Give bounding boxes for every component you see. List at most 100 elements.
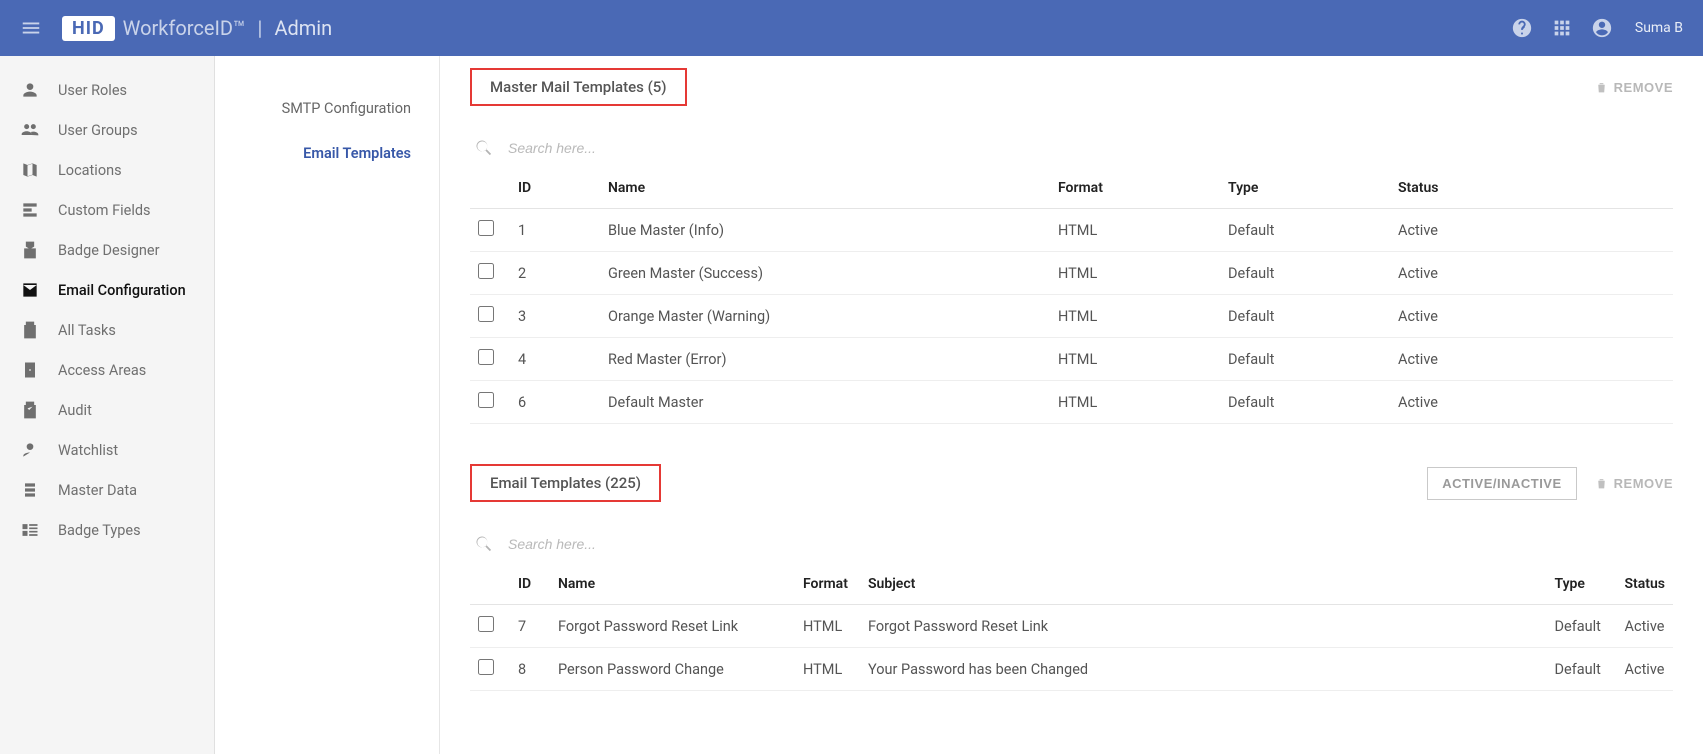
cell-type: Default — [1220, 209, 1390, 252]
nav-label: Email Configuration — [58, 282, 186, 299]
subnav-item-email-templates[interactable]: Email Templates — [215, 131, 439, 176]
sidebar-item-custom-fields[interactable]: Custom Fields — [0, 190, 214, 230]
row-checkbox[interactable] — [478, 392, 494, 408]
master-templates-title: Master Mail Templates (5) — [470, 68, 687, 106]
table-row[interactable]: 6Default MasterHTMLDefaultActive — [470, 381, 1673, 424]
nav-label: User Groups — [58, 122, 138, 139]
col-format: Format — [795, 564, 860, 605]
row-checkbox[interactable] — [478, 263, 494, 279]
nav-label: Master Data — [58, 482, 137, 499]
user-avatar-icon[interactable] — [1591, 17, 1613, 39]
col-id: ID — [510, 564, 550, 605]
cell-status: Active — [1617, 605, 1673, 648]
cell-type: Default — [1547, 648, 1617, 691]
cell-id: 2 — [510, 252, 600, 295]
master-templates-table: ID Name Format Type Status 1Blue Master … — [470, 168, 1673, 424]
username[interactable]: Suma B — [1635, 20, 1683, 36]
apps-icon[interactable] — [1551, 17, 1573, 39]
cell-format: HTML — [1050, 338, 1220, 381]
watch-icon — [20, 440, 40, 460]
sidebar-item-locations[interactable]: Locations — [0, 150, 214, 190]
search-icon — [474, 138, 494, 158]
col-subject: Subject — [860, 564, 1547, 605]
table-row[interactable]: 1Blue Master (Info)HTMLDefaultActive — [470, 209, 1673, 252]
row-checkbox[interactable] — [478, 220, 494, 236]
remove-master-button[interactable]: REMOVE — [1595, 80, 1673, 95]
active-inactive-button[interactable]: ACTIVE/INACTIVE — [1427, 467, 1576, 500]
row-checkbox[interactable] — [478, 306, 494, 322]
cell-name: Default Master — [600, 381, 1050, 424]
secondary-sidebar: SMTP ConfigurationEmail Templates — [215, 56, 440, 754]
content-area: Master Mail Templates (5) REMOVE ID Name… — [440, 56, 1703, 754]
nav-label: Badge Designer — [58, 242, 160, 259]
fields-icon — [20, 200, 40, 220]
cell-status: Active — [1390, 381, 1673, 424]
group-icon — [20, 120, 40, 140]
sidebar-item-access-areas[interactable]: Access Areas — [0, 350, 214, 390]
cell-status: Active — [1390, 295, 1673, 338]
cell-type: Default — [1547, 605, 1617, 648]
nav-label: Locations — [58, 162, 122, 179]
cell-id: 1 — [510, 209, 600, 252]
nav-label: All Tasks — [58, 322, 116, 339]
nav-label: Audit — [58, 402, 92, 419]
sidebar-item-audit[interactable]: Audit — [0, 390, 214, 430]
col-status: Status — [1617, 564, 1673, 605]
trash-icon — [1595, 477, 1608, 490]
cell-format: HTML — [795, 605, 860, 648]
sidebar-item-email-configuration[interactable]: Email Configuration — [0, 270, 214, 310]
cell-status: Active — [1390, 338, 1673, 381]
data-icon — [20, 480, 40, 500]
search-icon — [474, 534, 494, 554]
sidebar-item-badge-types[interactable]: Badge Types — [0, 510, 214, 550]
templates-search-input[interactable] — [508, 536, 788, 552]
sidebar-item-user-roles[interactable]: User Roles — [0, 70, 214, 110]
table-row[interactable]: 2Green Master (Success)HTMLDefaultActive — [470, 252, 1673, 295]
row-checkbox[interactable] — [478, 349, 494, 365]
cell-format: HTML — [1050, 295, 1220, 338]
cell-id: 8 — [510, 648, 550, 691]
sidebar-item-badge-designer[interactable]: Badge Designer — [0, 230, 214, 270]
sidebar-item-all-tasks[interactable]: All Tasks — [0, 310, 214, 350]
help-icon[interactable] — [1511, 17, 1533, 39]
col-name: Name — [550, 564, 795, 605]
nav-label: Custom Fields — [58, 202, 151, 219]
cell-id: 6 — [510, 381, 600, 424]
logo: HID — [62, 16, 115, 41]
app-header: HID WorkforceID™ | Admin Suma B — [0, 0, 1703, 56]
cell-status: Active — [1617, 648, 1673, 691]
nav-label: Badge Types — [58, 522, 141, 539]
cell-format: HTML — [1050, 252, 1220, 295]
cell-format: HTML — [1050, 381, 1220, 424]
cell-format: HTML — [1050, 209, 1220, 252]
cell-type: Default — [1220, 381, 1390, 424]
trash-icon — [1595, 81, 1608, 94]
audit-icon — [20, 400, 40, 420]
sidebar-item-master-data[interactable]: Master Data — [0, 470, 214, 510]
remove-templates-button[interactable]: REMOVE — [1595, 476, 1673, 491]
table-row[interactable]: 3Orange Master (Warning)HTMLDefaultActiv… — [470, 295, 1673, 338]
brand-name: WorkforceID™ — [123, 16, 246, 40]
brand-sep: | — [258, 16, 263, 40]
col-type: Type — [1547, 564, 1617, 605]
cell-name: Orange Master (Warning) — [600, 295, 1050, 338]
sidebar-item-user-groups[interactable]: User Groups — [0, 110, 214, 150]
row-checkbox[interactable] — [478, 616, 494, 632]
cell-name: Person Password Change — [550, 648, 795, 691]
badge-icon — [20, 240, 40, 260]
door-icon — [20, 360, 40, 380]
master-search-input[interactable] — [508, 140, 788, 156]
cell-name: Red Master (Error) — [600, 338, 1050, 381]
hamburger-icon[interactable] — [20, 17, 42, 39]
row-checkbox[interactable] — [478, 659, 494, 675]
app-section: Admin — [274, 16, 332, 40]
mail-icon — [20, 280, 40, 300]
col-id: ID — [510, 168, 600, 209]
table-row[interactable]: 7Forgot Password Reset LinkHTMLForgot Pa… — [470, 605, 1673, 648]
table-row[interactable]: 4Red Master (Error)HTMLDefaultActive — [470, 338, 1673, 381]
table-row[interactable]: 8Person Password ChangeHTMLYour Password… — [470, 648, 1673, 691]
sidebar-item-watchlist[interactable]: Watchlist — [0, 430, 214, 470]
subnav-item-smtp-configuration[interactable]: SMTP Configuration — [215, 86, 439, 131]
cell-id: 4 — [510, 338, 600, 381]
email-templates-title: Email Templates (225) — [470, 464, 661, 502]
